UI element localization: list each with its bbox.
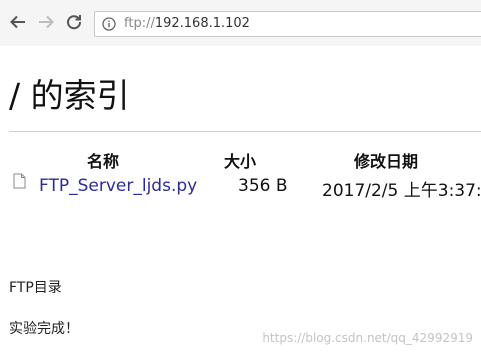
file-size: 356 B — [238, 176, 288, 196]
column-header-name[interactable]: 名称 — [87, 148, 119, 172]
back-arrow-icon — [10, 15, 25, 29]
file-modified-date: 2017/2/5 上午3:37:00 — [322, 181, 481, 201]
watermark: https://blog.csdn.net/qq_42992919 — [262, 331, 473, 345]
page-title: / 的索引 — [9, 76, 130, 115]
address-bar[interactable]: ftp://192.168.1.102 — [94, 11, 481, 37]
url-text[interactable]: ftp://192.168.1.102 — [124, 16, 250, 31]
title-divider — [9, 131, 481, 132]
column-header-size[interactable]: 大小 — [224, 148, 256, 172]
url-scheme: ftp:// — [124, 16, 155, 31]
file-name-link[interactable]: FTP_Server_ljds.py — [39, 176, 197, 196]
reload-button[interactable] — [63, 11, 85, 33]
info-icon[interactable] — [102, 17, 116, 31]
browser-toolbar: ftp://192.168.1.102 — [0, 0, 481, 46]
column-header-modified[interactable]: 修改日期 — [354, 148, 418, 172]
file-icon — [13, 173, 26, 189]
reload-icon — [67, 15, 82, 30]
forward-button[interactable] — [35, 11, 57, 33]
back-button[interactable] — [7, 11, 29, 33]
page: ftp://192.168.1.102 / 的索引 名称 大小 修改日期 FTP… — [0, 0, 481, 359]
caption-directory: FTP目录 — [9, 280, 62, 296]
caption-done: 实验完成！ — [9, 321, 79, 337]
forward-arrow-icon — [39, 15, 54, 29]
url-host: 192.168.1.102 — [154, 16, 250, 31]
